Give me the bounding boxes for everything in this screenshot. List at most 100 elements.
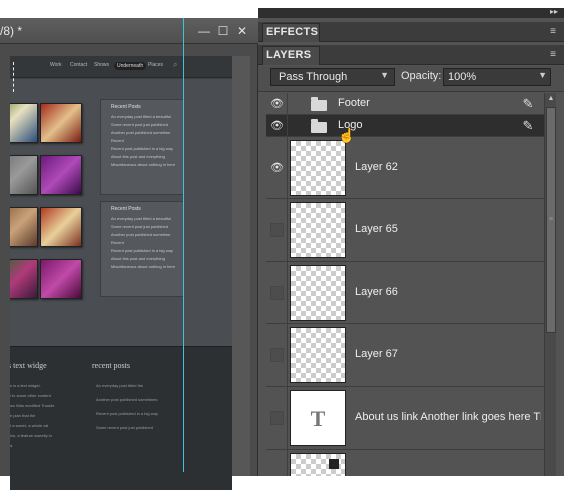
site-thumbnail (40, 207, 82, 247)
document-vertical-scrollbar[interactable] (232, 56, 250, 476)
recent-post-line: Some recent post just published (111, 122, 168, 127)
recent-post-line: Recent (111, 240, 124, 245)
background-strip (564, 8, 584, 476)
scroll-thumb[interactable]: ≡ (546, 107, 556, 333)
layer-name: Layer 65 (355, 223, 398, 235)
site-nav-link: Contact (70, 62, 88, 68)
collapse-panels-icon[interactable]: ▸▸ (550, 7, 558, 16)
visibility-toggle[interactable]: 👁 (266, 115, 288, 136)
panels-dock: ▸▸ EFFECTS ≡ LAYERS ≡ Pass Through ▼ Opa… (258, 7, 564, 476)
opacity-field[interactable]: 100% ▼ (443, 68, 551, 86)
site-thumbnail (40, 259, 82, 299)
eye-icon[interactable]: 👁 (270, 121, 284, 132)
hidden-eye-box[interactable] (270, 348, 284, 362)
site-thumbnail (10, 103, 38, 143)
recent-post-line: About this post and everything (111, 256, 165, 261)
layer-row-layer-62[interactable]: 👁 Layer 62 (266, 137, 544, 199)
layers-toolbar: Pass Through ▼ Opacity: 100% ▼ (258, 66, 564, 92)
layer-row-logo[interactable]: 👁 Logo ✎ (266, 115, 544, 137)
panel-menu-icon[interactable]: ≡ (550, 26, 556, 37)
tab-effects[interactable]: EFFECTS (266, 26, 318, 38)
layer-row-layer-67[interactable]: Layer 67 (266, 324, 544, 387)
eye-icon[interactable]: 👁 (270, 99, 284, 110)
layer-thumbnail (290, 327, 346, 383)
layer-row-layer-66[interactable]: Layer 66 (266, 262, 544, 324)
document-canvas[interactable]: Work Contact Shows Underneath Places ⌕ R… (10, 56, 232, 490)
brush-icon[interactable]: ✎ (520, 118, 536, 134)
chevron-down-icon[interactable]: ▼ (538, 70, 547, 80)
site-thumbnail (40, 155, 82, 195)
layer-name: Footer (338, 97, 370, 109)
recent-post-line: Recent (111, 138, 124, 143)
visibility-toggle[interactable] (266, 387, 288, 449)
hand-cursor-icon: ☝ (338, 127, 356, 143)
footer-text-line: l to some other content (10, 393, 51, 398)
site-thumbnail (10, 207, 38, 247)
chevron-down-icon: ▼ (380, 70, 389, 80)
footer-text-line: s is a text widget. (10, 383, 41, 388)
tab-layers[interactable]: LAYERS (266, 49, 311, 61)
visibility-toggle[interactable] (266, 324, 288, 386)
text-layer-thumbnail: T (290, 390, 346, 446)
layer-thumbnail (290, 202, 346, 258)
layers-list[interactable]: 👁 Footer ✎ 👁 Logo ✎ 👁 Layer 62 Layer 65 … (266, 93, 544, 476)
site-navbar: Work Contact Shows Underneath Places ⌕ (10, 56, 232, 78)
recent-post-line: Recent post published in a big way (111, 146, 173, 151)
app-window: /8) * — ☐ ✕ Work Contact Shows Underneat… (0, 0, 584, 494)
site-thumbnail (10, 155, 38, 195)
recent-post-line: An everyday post titled a beautiful (111, 216, 172, 221)
layers-scrollbar[interactable]: ▲ ≡ (544, 93, 556, 476)
scroll-up-icon[interactable]: ▲ (546, 95, 556, 105)
footer-text-line: d. (10, 443, 14, 448)
maximize-button[interactable]: ☐ (215, 23, 231, 39)
site-nav-link-active: Underneath (114, 62, 147, 70)
footer-widget-heading: s text widge (10, 361, 47, 370)
document-window: /8) * — ☐ ✕ Work Contact Shows Underneat… (0, 18, 258, 490)
recent-post-line: An everyday post titled a beautiful (111, 114, 172, 119)
footer-text-line: ive, a feature sweetly in (10, 433, 52, 438)
visibility-toggle[interactable] (266, 199, 288, 261)
layer-name: Layer 66 (355, 286, 398, 298)
recent-post-line: Miscellaneous about nothing in here (111, 162, 176, 167)
minimize-button[interactable]: — (196, 23, 212, 39)
visibility-toggle[interactable]: 👁 (266, 93, 288, 114)
layer-name: About us link Another link goes here Thi… (355, 411, 541, 423)
visibility-toggle[interactable] (266, 262, 288, 323)
hidden-eye-box[interactable] (270, 411, 284, 425)
thumbnail-mark (329, 459, 339, 469)
site-nav-link: Work (50, 62, 62, 68)
site-thumbnail (10, 259, 38, 299)
hidden-eye-box[interactable] (270, 286, 284, 300)
visibility-toggle[interactable]: 👁 (266, 137, 288, 198)
document-titlebar[interactable]: /8) * — ☐ ✕ (0, 18, 258, 44)
effects-panel-header[interactable]: EFFECTS ≡ (258, 22, 564, 42)
document-title: /8) * (0, 24, 23, 38)
recent-posts-title: Recent Posts (111, 104, 141, 110)
layers-panel-header[interactable]: LAYERS ≡ (258, 45, 564, 65)
blend-mode-select[interactable]: Pass Through ▼ (270, 68, 395, 86)
footer-text-line: Another post published sometimes (96, 397, 158, 402)
recent-post-line: Miscellaneous about nothing in here (111, 264, 176, 269)
recent-post-line: Some recent post just published (111, 224, 168, 229)
panel-menu-icon[interactable]: ≡ (550, 49, 556, 60)
blend-mode-value: Pass Through (279, 71, 348, 83)
footer-text-line: An everyday post titled the (96, 383, 144, 388)
eye-icon[interactable]: 👁 (270, 163, 284, 174)
visibility-toggle[interactable] (266, 450, 288, 476)
layer-row-layer-65[interactable]: Layer 65 (266, 199, 544, 262)
footer-text-line: ws Was modified Trouble (10, 403, 55, 408)
footer-widget-heading: recent posts (92, 361, 130, 370)
footer-text-line: Recent post published in a big way (96, 411, 158, 416)
layer-row-text[interactable]: T About us link Another link goes here T… (266, 387, 544, 450)
footer-text-line: e plan that the (10, 413, 36, 418)
recent-post-line: About this post and everything (111, 154, 165, 159)
layer-row-footer[interactable]: 👁 Footer ✎ (266, 93, 544, 115)
layer-row-partial[interactable] (266, 450, 544, 476)
hidden-eye-box[interactable] (270, 223, 284, 237)
site-thumbnail (40, 103, 82, 143)
close-button[interactable]: ✕ (234, 23, 250, 39)
guide-line[interactable] (183, 18, 184, 472)
footer-text-line: t a sweet, a whole cal (10, 423, 49, 428)
brush-icon[interactable]: ✎ (520, 96, 536, 112)
selection-marquee (10, 62, 14, 92)
